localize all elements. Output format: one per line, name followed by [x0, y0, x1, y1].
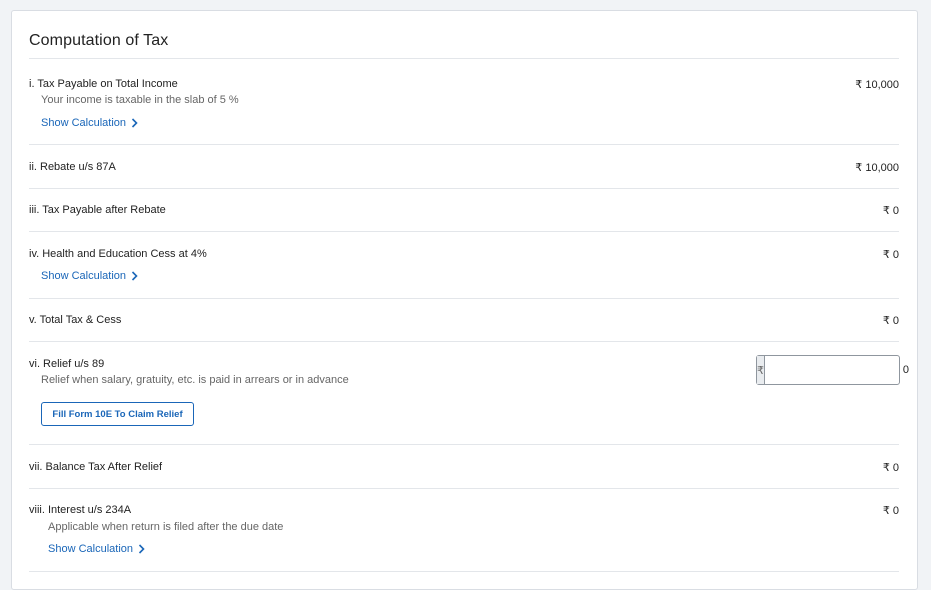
divider	[29, 341, 899, 342]
chevron-right-icon	[138, 544, 145, 554]
show-calculation-label: Show Calculation	[41, 270, 126, 282]
divider	[29, 58, 899, 59]
row-7-amount: ₹ 0	[882, 462, 899, 474]
row-1-label: i. Tax Payable on Total Income	[29, 78, 178, 90]
row-8-label: viii. Interest u/s 234A	[29, 504, 132, 516]
rupee-prefix: ₹	[757, 356, 765, 384]
chevron-right-icon	[131, 118, 138, 128]
divider	[29, 571, 899, 572]
show-calculation-link-2[interactable]: Show Calculation	[41, 270, 138, 282]
row-4-amount: ₹ 0	[882, 249, 899, 261]
row-8-subtext: Applicable when return is filed after th…	[48, 521, 284, 533]
row-5-label: v. Total Tax & Cess	[29, 314, 122, 326]
row-1-subtext: Your income is taxable in the slab of 5 …	[41, 94, 239, 106]
show-calculation-label: Show Calculation	[48, 543, 133, 555]
divider	[29, 144, 899, 145]
divider	[29, 231, 899, 232]
divider	[29, 444, 899, 445]
relief-amount-field[interactable]: ₹	[756, 355, 919, 385]
tax-computation-card: Computation of Tax i. Tax Payable on Tot…	[11, 10, 919, 590]
relief-amount-input[interactable]	[765, 356, 919, 384]
row-7-label: vii. Balance Tax After Relief	[29, 461, 163, 473]
chevron-right-icon	[131, 271, 138, 281]
row-1-amount: ₹ 10,000	[855, 79, 899, 91]
show-calculation-link-1[interactable]: Show Calculation	[41, 117, 138, 129]
row-6-label: vi. Relief u/s 89	[29, 358, 105, 370]
row-3-label: iii. Tax Payable after Rebate	[29, 204, 166, 216]
row-6-subtext: Relief when salary, gratuity, etc. is pa…	[41, 374, 349, 386]
row-3-amount: ₹ 0	[882, 205, 899, 217]
row-2-amount: ₹ 10,000	[855, 162, 899, 174]
row-4-label: iv. Health and Education Cess at 4%	[29, 248, 207, 260]
row-5-amount: ₹ 0	[882, 315, 899, 327]
card-title: Computation of Tax	[29, 32, 169, 49]
show-calculation-link-3[interactable]: Show Calculation	[48, 543, 145, 555]
fill-form-10e-button[interactable]: Fill Form 10E To Claim Relief	[41, 402, 194, 426]
row-8-amount: ₹ 0	[882, 505, 899, 517]
divider	[29, 298, 899, 299]
divider	[29, 188, 899, 189]
divider	[29, 488, 899, 489]
row-2-label: ii. Rebate u/s 87A	[29, 161, 116, 173]
show-calculation-label: Show Calculation	[41, 117, 126, 129]
